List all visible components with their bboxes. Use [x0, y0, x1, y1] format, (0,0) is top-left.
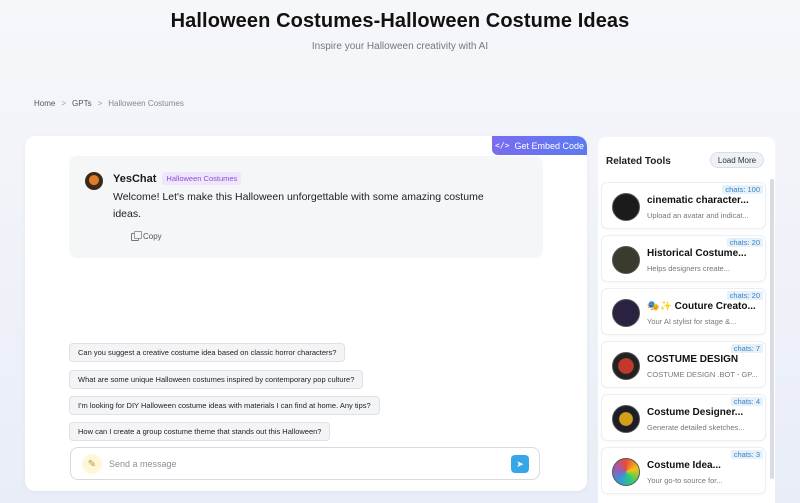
suggestion-chip[interactable]: Can you suggest a creative costume idea … [69, 343, 346, 362]
message-input-bar: ✎ ➤ [70, 447, 540, 480]
copy-label: Copy [143, 232, 162, 241]
breadcrumb-current: Halloween Costumes [108, 99, 184, 108]
tool-card[interactable]: chats: 20 Historical Costume... Helps de… [601, 235, 766, 282]
tool-description: Generate detailed sketches... [647, 423, 745, 432]
paperclip-icon: ✎ [87, 458, 97, 470]
tool-description: Your AI stylist for stage &... [647, 317, 737, 326]
tool-name: 🎭✨ Couture Creato... [647, 301, 756, 312]
suggestion-chip[interactable]: I'm looking for DIY Halloween costume id… [69, 396, 380, 415]
tool-description: Upload an avatar and indicat... [647, 211, 749, 220]
breadcrumb-home[interactable]: Home [34, 99, 55, 108]
tool-card[interactable]: chats: 4 Costume Designer... Generate de… [601, 394, 766, 441]
message-text: Welcome! Let's make this Halloween unfor… [113, 191, 484, 220]
message-sender: YesChat Halloween Costumes [113, 172, 242, 185]
tool-avatar [612, 299, 640, 327]
assistant-message: YesChat Halloween Costumes Welcome! Let'… [69, 156, 543, 258]
suggestion-chip[interactable]: How can I create a group costume theme t… [69, 422, 331, 441]
page-title: Halloween Costumes-Halloween Costume Ide… [170, 10, 630, 32]
suggestion-chip[interactable]: What are some unique Halloween costumes … [69, 370, 364, 389]
tool-name: Costume Designer... [647, 407, 744, 418]
tool-description: Your go-to source for... [647, 476, 723, 485]
breadcrumb-gpts[interactable]: GPTs [72, 99, 92, 108]
related-tools-title: Related Tools [606, 156, 671, 167]
tool-avatar [612, 405, 640, 433]
copy-button[interactable]: Copy [131, 230, 162, 241]
chats-count: chats: 20 [726, 291, 763, 300]
tool-avatar [612, 246, 640, 274]
tool-card[interactable]: chats: 100 cinematic character... Upload… [601, 182, 766, 229]
tool-card[interactable]: chats: 3 Costume Idea... Your go-to sour… [601, 447, 766, 494]
sender-name: YesChat [113, 172, 157, 185]
tool-avatar [612, 193, 640, 221]
tool-name: Historical Costume... [647, 248, 747, 259]
send-button[interactable]: ➤ [511, 455, 529, 473]
avatar [85, 172, 103, 190]
tool-name: Costume Idea... [647, 460, 721, 471]
tool-name: cinematic character... [647, 195, 749, 206]
attach-button[interactable]: ✎ [82, 454, 102, 474]
chats-count: chats: 3 [730, 450, 763, 459]
message-input[interactable] [109, 456, 489, 472]
tool-description: Helps designers create... [647, 264, 730, 273]
copy-icon [131, 230, 142, 241]
code-icon: </> [495, 141, 510, 150]
tool-name: COSTUME DESIGN [647, 354, 739, 365]
tool-card[interactable]: chats: 20 🎭✨ Couture Creato... Your AI s… [601, 288, 766, 335]
breadcrumb-separator: > [97, 99, 103, 108]
load-more-button[interactable]: Load More [710, 152, 764, 168]
send-icon: ➤ [516, 458, 524, 469]
page-subtitle: Inspire your Halloween creativity with A… [311, 41, 489, 52]
chats-count: chats: 20 [726, 238, 763, 247]
page-header: Halloween Costumes-Halloween Costume Ide… [0, 10, 800, 52]
related-tools-panel: Related Tools Load More chats: 100 cinem… [598, 137, 775, 503]
chats-count: chats: 4 [730, 397, 763, 406]
breadcrumb-separator: > [61, 99, 67, 108]
chats-count: chats: 100 [722, 185, 763, 194]
scrollbar[interactable] [770, 179, 774, 479]
get-embed-code-button[interactable]: </> Get Embed Code [492, 136, 587, 155]
chats-count: chats: 7 [730, 344, 763, 353]
tool-card[interactable]: chats: 7 COSTUME DESIGN COSTUME DESIGN .… [601, 341, 766, 388]
tool-description: COSTUME DESIGN .BOT - GP... [647, 370, 758, 379]
chat-panel: </> Get Embed Code YesChat Halloween Cos… [25, 136, 587, 491]
tool-avatar [612, 458, 640, 486]
embed-label: Get Embed Code [514, 140, 584, 151]
breadcrumb: Home > GPTs > Halloween Costumes [34, 99, 184, 108]
tool-avatar [612, 352, 640, 380]
gpt-badge: Halloween Costumes [162, 172, 242, 185]
